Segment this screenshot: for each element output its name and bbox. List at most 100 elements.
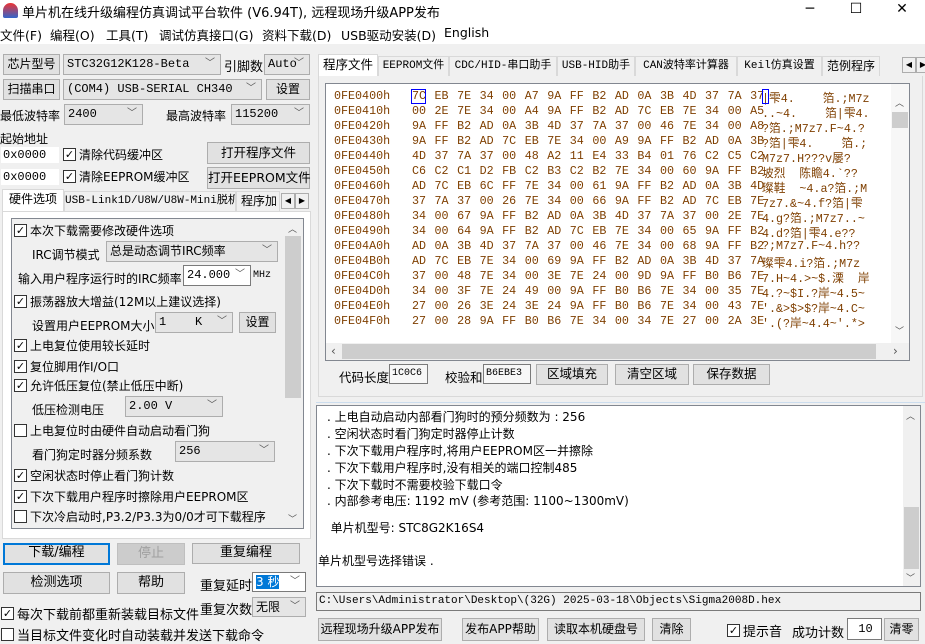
minimize-button[interactable]: ─: [787, 0, 833, 22]
option-long-reset-delay[interactable]: ✓ 上电复位使用较长延时: [14, 337, 150, 354]
region-fill-button[interactable]: 区域填充: [536, 364, 608, 385]
max-baud-select[interactable]: 115200 ﹀: [231, 104, 310, 125]
menu-tools[interactable]: 工具(T): [106, 25, 148, 44]
divider: [316, 402, 925, 403]
clear-code-checkbox[interactable]: ✓ 清除代码缓冲区: [63, 146, 163, 163]
read-disk-id-button[interactable]: 读取本机硬盘号: [547, 618, 645, 641]
log-scrollbar[interactable]: ︿ ﹀: [903, 406, 920, 586]
code-address-input[interactable]: 0x0000: [0, 146, 60, 164]
chip-model-button[interactable]: 芯片型号: [3, 54, 60, 75]
options-scrollbar[interactable]: ︿ ﹀: [284, 219, 302, 528]
scroll-thumb[interactable]: [904, 507, 919, 569]
scroll-down-icon[interactable]: ﹀: [288, 512, 297, 525]
tab-can-baud[interactable]: CAN波特率计算器: [635, 56, 737, 76]
checksum-label: 校验和: [445, 370, 483, 385]
auto-send-checkbox[interactable]: 当目标文件变化时自动装载并发送下载命令: [1, 625, 264, 644]
menu-program[interactable]: 编程(O): [50, 25, 95, 44]
tab-scroll-left-icon[interactable]: ◀: [902, 57, 916, 73]
hex-horizontal-scrollbar[interactable]: ‹ ›: [326, 343, 909, 360]
tab-scroll-right-icon[interactable]: ▶: [916, 57, 925, 73]
hardware-options-panel: ︿ ﹀ ✓ 本次下载需要修改硬件选项 IRC调节模式 总是动态调节IRC频率 ﹀ 输…: [2, 211, 311, 539]
repeat-delay-select[interactable]: 3 秒 ﹀: [252, 572, 306, 592]
eeprom-size-value: 1 K: [159, 315, 203, 329]
option-modify-hardware[interactable]: ✓ 本次下载需要修改硬件选项: [14, 222, 174, 239]
reload-before-download-checkbox[interactable]: ✓ 每次下载前都重新装载目标文件: [1, 604, 199, 623]
scroll-right-icon[interactable]: ›: [893, 344, 898, 358]
tab-eeprom-file[interactable]: EEPROM文件: [378, 56, 449, 76]
open-program-file-button[interactable]: 打开程序文件: [207, 142, 310, 164]
irc-freq-input[interactable]: 24.000 ﹀: [183, 265, 251, 286]
option-idle-stop-wdt[interactable]: ✓ 空闲状态时停止看门狗计数: [14, 467, 174, 484]
help-button[interactable]: 帮助: [117, 572, 185, 594]
code-length-value: 1C0C6: [389, 364, 428, 384]
check-icon: ✓: [727, 624, 740, 637]
menu-download[interactable]: 资料下载(D): [262, 25, 331, 44]
min-baud-select[interactable]: 2400 ﹀: [64, 104, 143, 125]
option-hw-watchdog[interactable]: 上电复位时由硬件自动启动看门狗: [14, 422, 210, 439]
open-eeprom-file-button[interactable]: 打开EEPROM文件: [207, 167, 311, 189]
menu-debug[interactable]: 调试仿真接口(G): [159, 25, 253, 44]
right-tab-bar: 程序文件 EEPROM文件 CDC/HID-串口助手 USB-HID助手 CAN…: [318, 54, 925, 76]
port-settings-button[interactable]: 设置: [266, 79, 310, 100]
publish-app-button[interactable]: 远程现场升级APP发布: [318, 618, 442, 641]
option-p32-p33[interactable]: 下次冷启动时,P3.2/P3.3为0/0才可下载程序: [14, 508, 266, 525]
close-button[interactable]: ✕: [879, 0, 925, 22]
option-low-voltage-reset[interactable]: ✓ 允许低压复位(禁止低压中断): [14, 377, 183, 394]
save-data-button[interactable]: 保存数据: [693, 364, 770, 385]
hex-address: 0FE0420h: [334, 119, 391, 133]
menu-english[interactable]: English: [444, 25, 489, 40]
eeprom-address-input[interactable]: 0x0000: [0, 168, 60, 186]
download-program-button[interactable]: 下载/编程: [3, 543, 110, 565]
tab-usb-hid[interactable]: USB-HID助手: [557, 56, 635, 76]
tab-scroll-right-icon[interactable]: ▶: [295, 193, 309, 209]
scroll-up-icon[interactable]: ︿: [895, 96, 904, 109]
scroll-down-icon[interactable]: ﹀: [906, 571, 915, 584]
option-reset-pin-io[interactable]: ✓ 复位脚用作I/O口: [14, 358, 119, 375]
maximize-button[interactable]: ☐: [833, 0, 879, 22]
checksum-value: B6EBE3: [483, 364, 531, 384]
tab-usb-link[interactable]: USB-Link1D/U8W/U8W-Mini脱机: [64, 191, 236, 211]
detect-options-button[interactable]: 检测选项: [3, 572, 110, 594]
hscroll-thumb[interactable]: [342, 344, 876, 359]
option-label: 允许低压复位(禁止低压中断): [30, 379, 184, 393]
eeprom-size-select[interactable]: 1 K ﹀: [155, 312, 233, 333]
eeprom-set-button[interactable]: 设置: [239, 312, 276, 333]
chevron-down-icon: ﹀: [294, 58, 304, 69]
clear-region-button[interactable]: 清空区域: [615, 364, 689, 385]
scroll-thumb[interactable]: [892, 112, 908, 128]
stop-button[interactable]: 停止: [117, 543, 185, 565]
wdt-select[interactable]: 256 ﹀: [175, 441, 275, 462]
menu-file[interactable]: 文件(F): [0, 25, 42, 44]
publish-help-button[interactable]: 发布APP帮助: [462, 618, 539, 641]
beep-checkbox[interactable]: ✓ 提示音: [727, 621, 782, 640]
tab-keil-settings[interactable]: Keil仿真设置: [737, 56, 822, 76]
clear-code-label: 清除代码缓冲区: [79, 148, 164, 162]
clear-eeprom-checkbox[interactable]: ✓ 清除EEPROM缓冲区: [63, 168, 190, 185]
repeat-count-select[interactable]: 无限 ﹀: [252, 597, 306, 617]
option-osc-gain[interactable]: ✓ 振荡器放大增益(12M以上建议选择): [14, 293, 221, 310]
clear-log-button[interactable]: 清除: [652, 618, 691, 641]
chip-model-select[interactable]: STC32G12K128-Beta ﹀: [63, 54, 221, 75]
tab-scroll-left-icon[interactable]: ◀: [281, 193, 295, 209]
menu-usb-driver[interactable]: USB驱动安装(D): [341, 25, 436, 44]
pins-select[interactable]: Auto ﹀: [264, 54, 310, 75]
scroll-down-icon[interactable]: ﹀: [895, 324, 904, 337]
tab-program-file[interactable]: 程序文件: [318, 54, 378, 76]
reset-count-button[interactable]: 清零: [884, 618, 919, 641]
tab-program-encrypt[interactable]: 程序加: [236, 191, 280, 211]
scroll-left-icon[interactable]: ‹: [331, 344, 336, 358]
lvd-select[interactable]: 2.00 V ﹀: [125, 396, 223, 417]
max-baud-value: 115200: [235, 107, 279, 121]
port-select[interactable]: (COM4) USB-SERIAL CH340 ﹀: [63, 79, 262, 100]
repeat-program-button[interactable]: 重复编程: [192, 543, 300, 564]
scroll-thumb[interactable]: [285, 236, 301, 398]
scroll-up-icon[interactable]: ︿: [288, 222, 297, 235]
tab-hardware-options[interactable]: 硬件选项: [2, 189, 64, 211]
tab-examples[interactable]: 范例程序: [822, 56, 880, 76]
scroll-up-icon[interactable]: ︿: [906, 409, 915, 422]
irc-mode-select[interactable]: 总是动态调节IRC频率 ﹀: [106, 241, 278, 262]
tab-cdc-hid-serial[interactable]: CDC/HID-串口助手: [449, 56, 557, 76]
option-erase-eeprom[interactable]: ✓ 下次下载用户程序时擦除用户EEPROM区: [14, 488, 249, 505]
scan-port-button[interactable]: 扫描串口: [3, 79, 60, 100]
hex-vertical-scrollbar[interactable]: ︿ ﹀: [891, 84, 909, 343]
